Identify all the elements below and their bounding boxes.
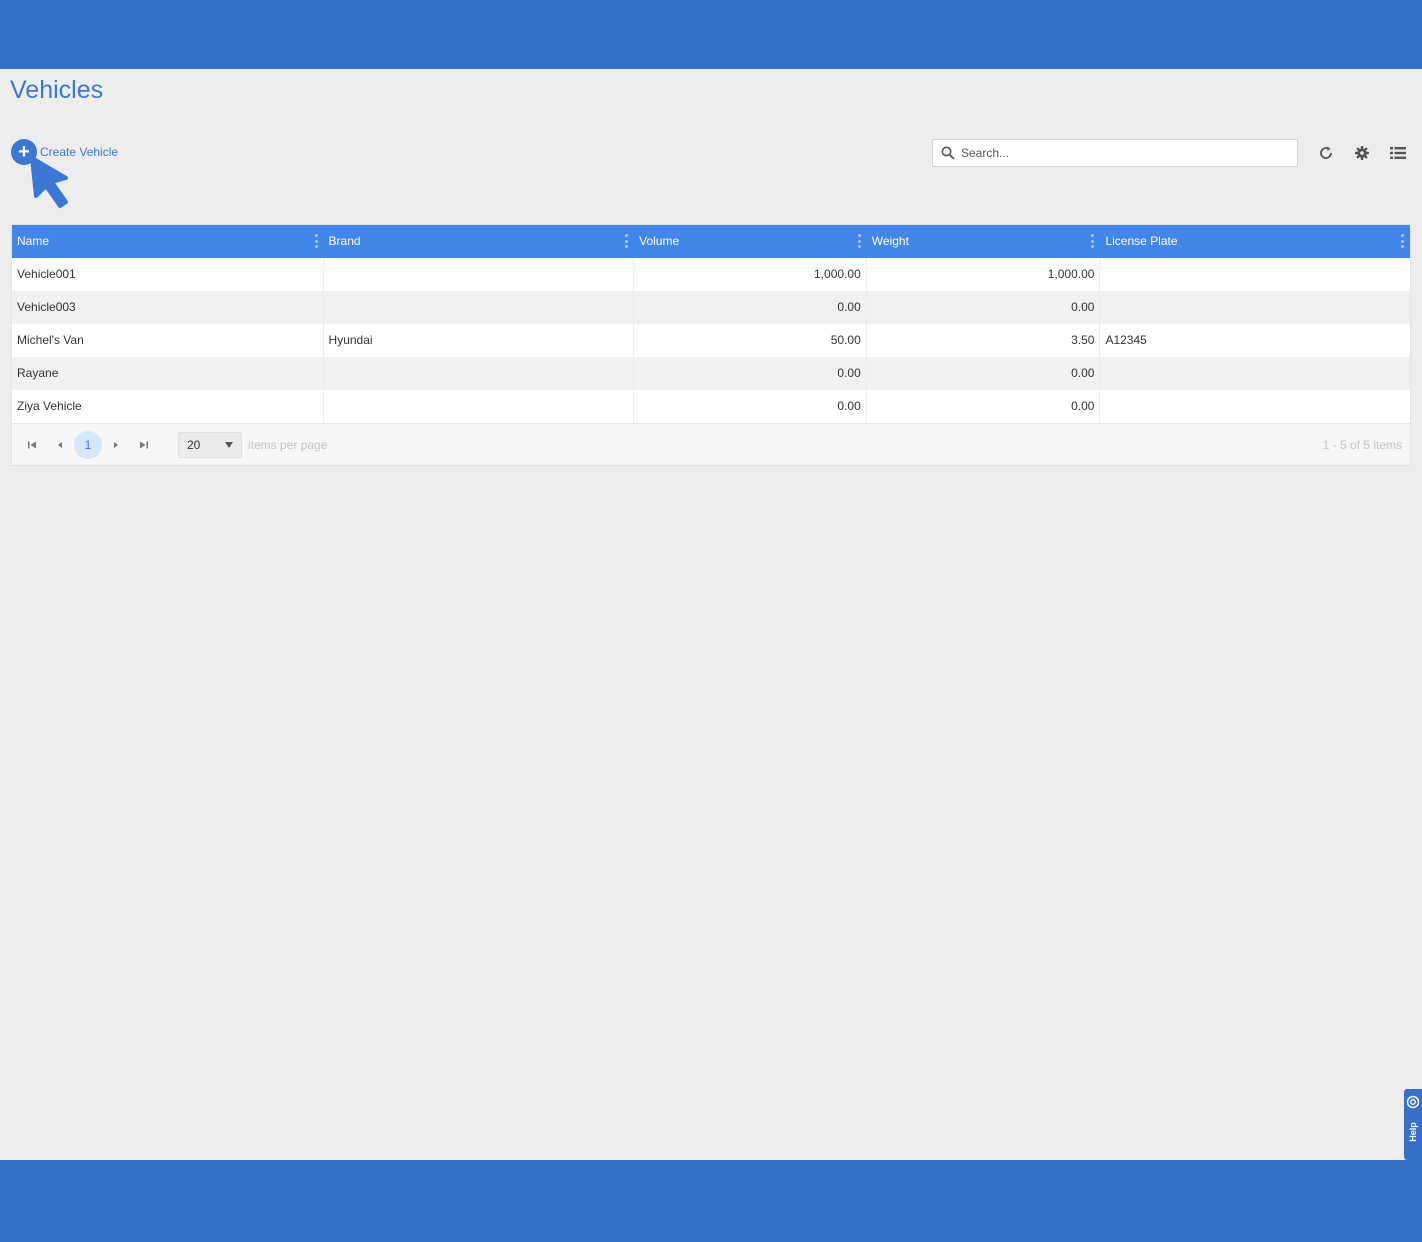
- last-page-icon: [140, 441, 148, 448]
- page-title: Vehicles: [10, 76, 104, 104]
- pointer-cursor-icon: [30, 156, 68, 208]
- cell-name: Vehicle001: [12, 258, 324, 291]
- search-input[interactable]: [961, 146, 1281, 160]
- grid-body: Vehicle001 1,000.00 1,000.00 Vehicle003 …: [12, 258, 1410, 423]
- chevron-down-icon: [225, 441, 233, 448]
- items-per-page-label: items per page: [248, 437, 328, 452]
- refresh-button[interactable]: [1315, 142, 1337, 164]
- first-page-icon: [28, 441, 36, 448]
- cell-volume: 50.00: [634, 324, 867, 357]
- cell-license-plate: [1100, 258, 1410, 291]
- refresh-icon: [1320, 146, 1332, 159]
- page-number-1[interactable]: 1: [74, 430, 102, 459]
- table-row[interactable]: Ziya Vehicle 0.00 0.00: [12, 390, 1410, 423]
- cell-weight: 0.00: [867, 390, 1101, 423]
- cell-volume: 0.00: [634, 357, 867, 390]
- cell-license-plate: [1100, 291, 1410, 324]
- page-size-value: 20: [187, 437, 201, 452]
- search-field[interactable]: [932, 139, 1298, 167]
- next-page-icon: [114, 441, 118, 448]
- help-tab[interactable]: Help: [1404, 1089, 1422, 1160]
- column-header-weight[interactable]: Weight: [867, 225, 1101, 258]
- grid-header: Name Brand Volume Weight License Plate: [12, 225, 1410, 258]
- column-menu-icon[interactable]: [1091, 234, 1095, 248]
- column-header-volume[interactable]: Volume: [634, 225, 867, 258]
- cell-brand: [324, 357, 635, 390]
- previous-page-icon: [58, 441, 62, 448]
- column-header-license-plate[interactable]: License Plate: [1100, 225, 1410, 258]
- cell-volume: 0.00: [634, 291, 867, 324]
- cell-brand: [324, 390, 635, 423]
- table-row[interactable]: Michel's Van Hyundai 50.00 3.50 A12345: [12, 324, 1410, 357]
- cell-name: Vehicle003: [12, 291, 324, 324]
- cell-name: Ziya Vehicle: [12, 390, 324, 423]
- table-row[interactable]: Vehicle003 0.00 0.00: [12, 291, 1410, 324]
- cell-name: Michel's Van: [12, 324, 324, 357]
- vehicles-grid: Name Brand Volume Weight License Plate V…: [11, 224, 1411, 466]
- cell-volume: 1,000.00: [634, 258, 867, 291]
- cell-weight: 0.00: [867, 291, 1101, 324]
- cell-name: Rayane: [12, 357, 324, 390]
- previous-page-button[interactable]: [46, 431, 74, 459]
- gear-icon: [1355, 146, 1369, 160]
- column-menu-icon[interactable]: [625, 234, 629, 248]
- column-header-name[interactable]: Name: [12, 225, 324, 258]
- cell-volume: 0.00: [634, 390, 867, 423]
- last-page-button[interactable]: [130, 431, 158, 459]
- cell-brand: Hyundai: [324, 324, 635, 357]
- cell-license-plate: [1100, 390, 1410, 423]
- next-page-button[interactable]: [102, 431, 130, 459]
- list-view-icon: [1390, 147, 1406, 159]
- cell-license-plate: [1100, 357, 1410, 390]
- cell-brand: [324, 291, 635, 324]
- column-menu-icon[interactable]: [857, 234, 861, 248]
- page-size-select[interactable]: 20: [178, 431, 242, 458]
- cell-weight: 3.50: [867, 324, 1101, 357]
- first-page-button[interactable]: [18, 431, 46, 459]
- lifebuoy-icon: [1406, 1095, 1420, 1109]
- column-header-brand[interactable]: Brand: [324, 225, 635, 258]
- column-menu-icon[interactable]: [1401, 234, 1405, 248]
- column-menu-icon[interactable]: [314, 234, 318, 248]
- cell-weight: 1,000.00: [867, 258, 1101, 291]
- pager-summary: 1 - 5 of 5 items: [1322, 437, 1402, 452]
- settings-button[interactable]: [1351, 142, 1373, 164]
- help-label: Help: [1408, 1122, 1419, 1142]
- cell-brand: [324, 258, 635, 291]
- cell-license-plate: A12345: [1105, 333, 1147, 347]
- bottom-banner: [0, 1160, 1422, 1242]
- cell-weight: 0.00: [867, 357, 1101, 390]
- search-icon: [941, 146, 955, 160]
- table-row[interactable]: Vehicle001 1,000.00 1,000.00: [12, 258, 1410, 291]
- pager: 1 20 items per page 1 - 5 of 5 items: [12, 423, 1410, 465]
- table-row[interactable]: Rayane 0.00 0.00: [12, 357, 1410, 390]
- column-chooser-button[interactable]: [1387, 142, 1409, 164]
- top-banner: [0, 0, 1422, 69]
